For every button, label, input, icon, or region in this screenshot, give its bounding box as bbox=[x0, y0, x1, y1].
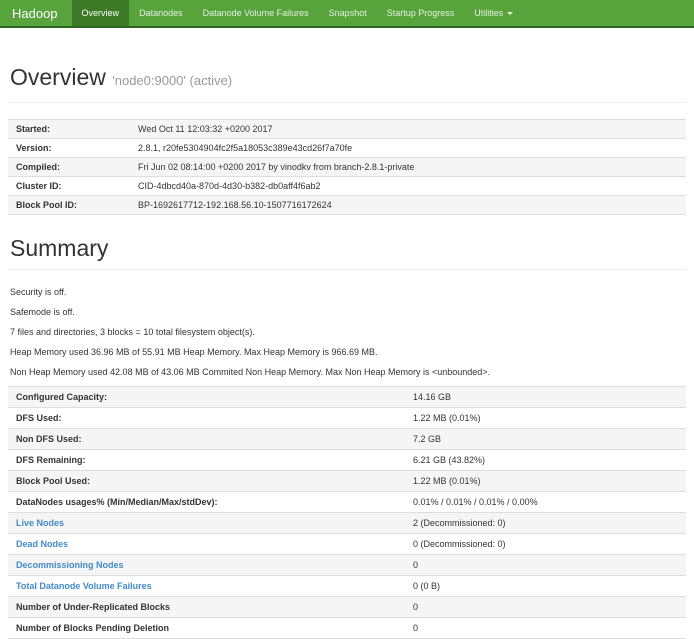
summary-value: 0.01% / 0.01% / 0.01% / 0.00% bbox=[405, 492, 686, 513]
summary-value: 7.2 GB bbox=[405, 429, 686, 450]
nav-item-overview[interactable]: Overview bbox=[72, 0, 130, 26]
summary-value: 14.16 GB bbox=[405, 387, 686, 408]
namenode-address: 'node0:9000' (active) bbox=[112, 73, 232, 88]
nav-item-label: Snapshot bbox=[329, 8, 367, 18]
summary-label: DFS Used: bbox=[8, 408, 405, 429]
summary-label: Live Nodes bbox=[8, 513, 405, 534]
table-row: Compiled:Fri Jun 02 08:14:00 +0200 2017 … bbox=[8, 158, 686, 177]
summary-label: DataNodes usages% (Min/Median/Max/stdDev… bbox=[8, 492, 405, 513]
link-live-nodes[interactable]: Live Nodes bbox=[16, 518, 64, 528]
table-row: Cluster ID:CID-4dbcd40a-870d-4d30-b382-d… bbox=[8, 177, 686, 196]
link-total-datanode-volume-failures[interactable]: Total Datanode Volume Failures bbox=[16, 581, 152, 591]
summary-label: Number of Under-Replicated Blocks bbox=[8, 597, 405, 618]
link-dead-nodes[interactable]: Dead Nodes bbox=[16, 539, 68, 549]
summary-label: Total Datanode Volume Failures bbox=[8, 576, 405, 597]
divider bbox=[8, 102, 686, 103]
nav-item-snapshot[interactable]: Snapshot bbox=[319, 0, 377, 26]
summary-value: 0 (0 B) bbox=[405, 576, 686, 597]
info-label: Version: bbox=[8, 139, 130, 158]
table-row: Dead Nodes 0 (Decommissioned: 0) bbox=[8, 534, 686, 555]
summary-value: 0 (Decommissioned: 0) bbox=[405, 534, 686, 555]
app-brand[interactable]: Hadoop bbox=[0, 0, 72, 26]
navbar: Hadoop Overview Datanodes Datanode Volume … bbox=[0, 0, 694, 28]
table-row: Block Pool Used:1.22 MB (0.01%) bbox=[8, 471, 686, 492]
table-row: Configured Capacity:14.16 GB bbox=[8, 387, 686, 408]
summary-heading: Summary bbox=[10, 235, 686, 261]
nav-item-label: Overview bbox=[82, 8, 120, 18]
summary-line: 7 files and directories, 3 blocks = 10 t… bbox=[10, 326, 686, 338]
summary-table: Configured Capacity:14.16 GBDFS Used:1.2… bbox=[8, 386, 686, 639]
summary-label: Configured Capacity: bbox=[8, 387, 405, 408]
overview-info-table: Started:Wed Oct 11 12:03:32 +0200 2017Ve… bbox=[8, 119, 686, 215]
nav-item-label: Datanodes bbox=[139, 8, 183, 18]
table-row: Number of Blocks Pending Deletion0 bbox=[8, 618, 686, 639]
summary-table-body: Configured Capacity:14.16 GBDFS Used:1.2… bbox=[8, 387, 686, 639]
summary-value: 0 bbox=[405, 555, 686, 576]
info-value: CID-4dbcd40a-870d-4d30-b382-db0aff4f6ab2 bbox=[130, 177, 686, 196]
summary-value: 2 (Decommissioned: 0) bbox=[405, 513, 686, 534]
nav-item-label: Utilities bbox=[474, 8, 503, 18]
summary-label: DFS Remaining: bbox=[8, 450, 405, 471]
nav-item-datanodes[interactable]: Datanodes bbox=[129, 0, 193, 26]
summary-label: Block Pool Used: bbox=[8, 471, 405, 492]
page-content: Overview 'node0:9000' (active) Started:W… bbox=[0, 64, 694, 639]
summary-value: 1.22 MB (0.01%) bbox=[405, 471, 686, 492]
nav-item-datanode-volume-failures[interactable]: Datanode Volume Failures bbox=[193, 0, 319, 26]
summary-label: Dead Nodes bbox=[8, 534, 405, 555]
navbar-menu: Overview Datanodes Datanode Volume Failure… bbox=[72, 0, 524, 26]
info-label: Compiled: bbox=[8, 158, 130, 177]
info-value: BP-1692617712-192.168.56.10-150771617262… bbox=[130, 196, 686, 215]
table-row: DataNodes usages% (Min/Median/Max/stdDev… bbox=[8, 492, 686, 513]
summary-line: Security is off. bbox=[10, 286, 686, 298]
summary-value: 6.21 GB (43.82%) bbox=[405, 450, 686, 471]
table-row: Block Pool ID:BP-1692617712-192.168.56.1… bbox=[8, 196, 686, 215]
link-decommissioning-nodes[interactable]: Decommissioning Nodes bbox=[16, 560, 124, 570]
overview-info-table-body: Started:Wed Oct 11 12:03:32 +0200 2017Ve… bbox=[8, 120, 686, 215]
table-row: DFS Used:1.22 MB (0.01%) bbox=[8, 408, 686, 429]
chevron-down-icon bbox=[507, 12, 513, 15]
info-label: Cluster ID: bbox=[8, 177, 130, 196]
overview-heading: Overview 'node0:9000' (active) bbox=[10, 64, 686, 94]
summary-label: Number of Blocks Pending Deletion bbox=[8, 618, 405, 639]
info-value: Wed Oct 11 12:03:32 +0200 2017 bbox=[130, 120, 686, 139]
summary-label: Non DFS Used: bbox=[8, 429, 405, 450]
table-row: Started:Wed Oct 11 12:03:32 +0200 2017 bbox=[8, 120, 686, 139]
summary-line: Safemode is off. bbox=[10, 306, 686, 318]
summary-value: 0 bbox=[405, 597, 686, 618]
divider bbox=[8, 269, 686, 270]
table-row: Total Datanode Volume Failures 0 (0 B) bbox=[8, 576, 686, 597]
table-row: Number of Under-Replicated Blocks0 bbox=[8, 597, 686, 618]
info-value: Fri Jun 02 08:14:00 +0200 2017 by vinodk… bbox=[130, 158, 686, 177]
summary-label: Decommissioning Nodes bbox=[8, 555, 405, 576]
table-row: Version:2.8.1, r20fe5304904fc2f5a18053c3… bbox=[8, 139, 686, 158]
table-row: Decommissioning Nodes 0 bbox=[8, 555, 686, 576]
summary-line: Heap Memory used 36.96 MB of 55.91 MB He… bbox=[10, 346, 686, 358]
summary-value: 0 bbox=[405, 618, 686, 639]
nav-item-startup-progress[interactable]: Startup Progress bbox=[377, 0, 465, 26]
info-label: Started: bbox=[8, 120, 130, 139]
summary-line: Non Heap Memory used 42.08 MB of 43.06 M… bbox=[10, 366, 686, 378]
info-label: Block Pool ID: bbox=[8, 196, 130, 215]
nav-item-utilities[interactable]: Utilities bbox=[464, 0, 523, 26]
overview-title: Overview bbox=[10, 64, 106, 90]
table-row: Non DFS Used:7.2 GB bbox=[8, 429, 686, 450]
info-value: 2.8.1, r20fe5304904fc2f5a18053c389e43cd2… bbox=[130, 139, 686, 158]
nav-item-label: Startup Progress bbox=[387, 8, 455, 18]
summary-value: 1.22 MB (0.01%) bbox=[405, 408, 686, 429]
summary-text: Security is off. Safemode is off. 7 files … bbox=[8, 286, 686, 378]
table-row: Live Nodes 2 (Decommissioned: 0) bbox=[8, 513, 686, 534]
nav-item-label: Datanode Volume Failures bbox=[203, 8, 309, 18]
table-row: DFS Remaining:6.21 GB (43.82%) bbox=[8, 450, 686, 471]
